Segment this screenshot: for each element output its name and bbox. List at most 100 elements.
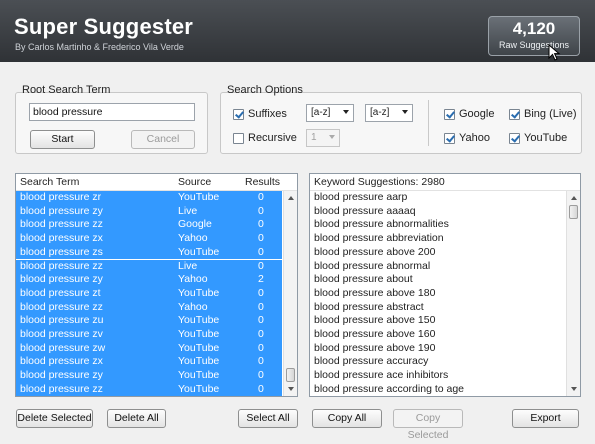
table-row[interactable]: blood pressure zs YouTube 0 <box>16 245 282 260</box>
list-item[interactable]: blood pressure above 200 <box>314 246 564 260</box>
table-row[interactable]: blood pressure zy Live 0 <box>16 204 282 219</box>
depth-value: 1 <box>311 132 317 143</box>
root-search-input[interactable] <box>29 103 195 121</box>
table-row[interactable]: blood pressure zx YouTube 0 <box>16 355 282 370</box>
column-header-results[interactable]: Results <box>245 176 280 188</box>
yahoo-checkbox[interactable] <box>444 133 455 144</box>
list-item[interactable]: blood pressure abstract <box>314 301 564 315</box>
cell-source: Live <box>178 204 198 217</box>
cell-source: YouTube <box>178 341 220 354</box>
keyword-scrollbar[interactable] <box>566 191 580 396</box>
cell-search-term: blood pressure zy <box>20 204 103 217</box>
cell-results: 0 <box>258 286 264 299</box>
list-item[interactable]: blood pressure ace inhibitors <box>314 369 564 383</box>
app-header: Super Suggester By Carlos Martinho & Fre… <box>0 0 595 62</box>
copy-selected-button[interactable]: Copy Selected <box>393 409 463 441</box>
scroll-up-arrow-icon[interactable] <box>284 191 297 205</box>
cell-source: YouTube <box>178 286 220 299</box>
table-row[interactable]: blood pressure zy Yahoo 2 <box>16 273 282 287</box>
suffixes-checkbox[interactable] <box>233 109 244 120</box>
results-table-header: Search Term Source Results <box>16 174 297 191</box>
cell-results: 0 <box>258 328 264 340</box>
cell-results: 2 <box>258 273 264 286</box>
delete-all-button[interactable]: Delete All <box>107 409 166 428</box>
recursive-label: Recursive <box>248 132 297 144</box>
scroll-up-arrow-icon[interactable] <box>567 191 580 205</box>
list-item[interactable]: blood pressure aaaaq <box>314 205 564 219</box>
list-item[interactable]: blood pressure about <box>314 273 564 287</box>
bing-checkbox[interactable] <box>509 109 520 120</box>
list-item[interactable]: blood pressure according to age <box>314 383 564 397</box>
table-row[interactable]: blood pressure zu YouTube 0 <box>16 314 282 328</box>
cell-results: 0 <box>258 191 264 203</box>
keyword-count-header: Keyword Suggestions: 2980 <box>314 176 445 188</box>
results-table[interactable]: Search Term Source Results blood pressur… <box>15 173 298 397</box>
cell-search-term: blood pressure zv <box>20 328 103 340</box>
table-row[interactable]: blood pressure zz Live 0 <box>16 259 282 274</box>
table-row[interactable]: blood pressure zz Google 0 <box>16 218 282 233</box>
table-row[interactable]: blood pressure zy YouTube 0 <box>16 369 282 383</box>
scroll-down-arrow-icon[interactable] <box>567 382 580 396</box>
export-button[interactable]: Export <box>512 409 579 428</box>
scroll-down-arrow-icon[interactable] <box>284 382 297 396</box>
list-item[interactable]: blood pressure abbreviation <box>314 232 564 246</box>
column-header-search-term[interactable]: Search Term <box>20 176 79 188</box>
results-scrollbar[interactable] <box>283 191 297 396</box>
cell-search-term: blood pressure zx <box>20 232 103 245</box>
youtube-label: YouTube <box>524 132 568 144</box>
cell-source: Live <box>178 259 198 272</box>
select-all-button[interactable]: Select All <box>238 409 298 428</box>
list-item[interactable]: blood pressure aarp <box>314 191 564 205</box>
table-row[interactable]: blood pressure zx Yahoo 0 <box>16 232 282 246</box>
table-row[interactable]: blood pressure zv YouTube 0 <box>16 328 282 342</box>
cell-search-term: blood pressure zt <box>20 286 101 299</box>
range-to-value: [a-z] <box>370 107 390 118</box>
cell-results: 0 <box>258 300 264 313</box>
keyword-list[interactable]: Keyword Suggestions: 2980 blood pressure… <box>309 173 581 397</box>
table-row[interactable]: blood pressure zr YouTube 0 <box>16 191 282 205</box>
cell-search-term: blood pressure zr <box>20 191 102 203</box>
keyword-scroll-thumb[interactable] <box>569 205 578 219</box>
youtube-checkbox[interactable] <box>509 133 520 144</box>
list-item[interactable]: blood pressure abnormalities <box>314 218 564 232</box>
range-from-value: [a-z] <box>311 107 331 118</box>
cell-results: 0 <box>258 314 264 327</box>
range-to-select[interactable]: [a-z] <box>365 104 413 122</box>
table-row[interactable]: blood pressure zt YouTube 0 <box>16 286 282 301</box>
cell-source: YouTube <box>178 328 220 340</box>
cell-source: Google <box>178 218 212 231</box>
list-item[interactable]: blood pressure above 180 <box>314 287 564 301</box>
cell-source: YouTube <box>178 245 220 258</box>
cell-source: YouTube <box>178 191 220 203</box>
cancel-button[interactable]: Cancel <box>131 130 195 149</box>
raw-suggestions-counter: 4,120 Raw Suggestions <box>488 16 580 56</box>
depth-select[interactable]: 1 <box>306 129 340 147</box>
chevron-down-icon <box>329 135 335 139</box>
cell-source: YouTube <box>178 369 220 382</box>
bing-label: Bing (Live) <box>524 108 577 120</box>
list-item[interactable]: blood pressure above 150 <box>314 314 564 328</box>
cell-results: 0 <box>258 259 264 272</box>
list-item[interactable]: blood pressure abnormal <box>314 260 564 274</box>
column-header-source[interactable]: Source <box>178 176 211 188</box>
list-item[interactable]: blood pressure above 160 <box>314 328 564 342</box>
copy-all-button[interactable]: Copy All <box>312 409 382 428</box>
google-checkbox[interactable] <box>444 109 455 120</box>
suffixes-label: Suffixes <box>248 108 287 120</box>
cell-results: 0 <box>258 382 264 395</box>
results-scroll-thumb[interactable] <box>286 368 295 382</box>
delete-selected-button[interactable]: Delete Selected <box>16 409 93 428</box>
table-row[interactable]: blood pressure zw YouTube 0 <box>16 341 282 356</box>
search-options-group <box>220 92 582 154</box>
table-row[interactable]: blood pressure zz Yahoo 0 <box>16 300 282 315</box>
recursive-checkbox[interactable] <box>233 133 244 144</box>
cell-results: 0 <box>258 369 264 382</box>
list-item[interactable]: blood pressure accuracy <box>314 355 564 369</box>
cell-source: YouTube <box>178 355 220 368</box>
list-item[interactable]: blood pressure above 190 <box>314 342 564 356</box>
range-from-select[interactable]: [a-z] <box>306 104 354 122</box>
chevron-down-icon <box>402 110 408 114</box>
table-row[interactable]: blood pressure zz YouTube 0 <box>16 382 282 397</box>
start-button[interactable]: Start <box>30 130 95 149</box>
cell-source: Yahoo <box>178 273 208 286</box>
